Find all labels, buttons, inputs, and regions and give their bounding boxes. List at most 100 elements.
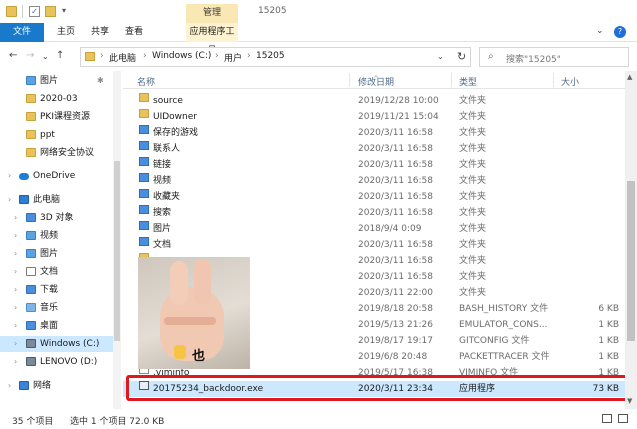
quick-access-dropdown-icon[interactable]: ▾ [62, 6, 66, 15]
refresh-icon[interactable]: ↻ [457, 50, 466, 63]
breadcrumb-separator-icon[interactable]: › [143, 51, 147, 61]
nav-item-network-security[interactable]: 网络安全协议 [0, 145, 121, 161]
file-type: 文件夹 [459, 224, 487, 234]
file-type: 文件夹 [459, 112, 487, 122]
nav-item-3d-objects[interactable]: › 3D 对象 [0, 210, 121, 226]
context-tab-manage[interactable]: 管理 [186, 4, 238, 23]
table-row[interactable]: 搜索 2020/3/11 16:58 文件夹 [123, 205, 625, 221]
scroll-down-icon[interactable]: ▼ [627, 397, 632, 405]
new-folder-icon[interactable] [45, 6, 56, 17]
nav-item-this-pc[interactable]: › 此电脑 [0, 192, 121, 208]
column-name[interactable]: 名称 [137, 75, 155, 88]
table-row[interactable]: UIDowner 2019/11/21 15:04 文件夹 [123, 109, 625, 125]
column-date[interactable]: 修改日期 [358, 75, 394, 88]
table-row[interactable]: source 2019/12/28 10:00 文件夹 [123, 93, 625, 109]
nav-item-onedrive[interactable]: › OneDrive [0, 168, 121, 184]
expand-chevron-icon[interactable]: › [14, 228, 17, 244]
address-bar[interactable]: › 此电脑 › Windows (C:) › 用户 › 15205 ⌄ ↻ [80, 47, 471, 67]
breadcrumb-this-pc[interactable]: 此电脑 [109, 51, 136, 64]
breadcrumb-separator-icon[interactable]: › [215, 51, 219, 61]
nav-item-pictures[interactable]: › 图片 [0, 246, 121, 262]
expand-chevron-icon[interactable]: › [14, 264, 17, 280]
tab-view[interactable]: 查看 [120, 23, 148, 42]
nav-item-lenovo-d[interactable]: › LENOVO (D:) [0, 354, 121, 370]
details-view-icon[interactable] [602, 414, 612, 423]
nav-item-videos[interactable]: › 视频 [0, 228, 121, 244]
nav-label: 2020-03 [40, 94, 78, 104]
downloads-icon [26, 285, 36, 294]
file-type: 文件夹 [459, 160, 487, 170]
nav-item-ppt[interactable]: ppt [0, 127, 121, 143]
expand-chevron-icon[interactable]: › [14, 282, 17, 298]
table-row[interactable]: 链接 2020/3/11 16:58 文件夹 [123, 157, 625, 173]
column-type[interactable]: 类型 [459, 75, 477, 88]
nav-item-downloads[interactable]: › 下载 [0, 282, 121, 298]
column-divider[interactable] [349, 73, 350, 87]
file-size: 1 KB [598, 320, 619, 330]
nav-label: ppt [40, 130, 55, 140]
expand-chevron-icon[interactable]: › [14, 318, 17, 334]
nav-item-documents[interactable]: › 文档 [0, 264, 121, 280]
file-name: source [153, 96, 183, 106]
nav-item-pictures-pinned[interactable]: 图片 ✱ [0, 73, 121, 89]
column-divider[interactable] [451, 73, 452, 87]
file-type: 文件夹 [459, 128, 487, 138]
expand-chevron-icon[interactable]: › [14, 246, 17, 262]
search-box[interactable]: ⌕ 搜索"15205" [479, 47, 629, 67]
breadcrumb-15205[interactable]: 15205 [256, 51, 285, 61]
nav-item-2020-03[interactable]: 2020-03 [0, 91, 121, 107]
contacts-icon [139, 141, 149, 150]
table-row[interactable]: 图片 2018/9/4 0:09 文件夹 [123, 221, 625, 237]
expand-chevron-icon[interactable]: › [14, 300, 17, 316]
breadcrumb-separator-icon[interactable]: › [100, 51, 104, 61]
nav-item-music[interactable]: › 音乐 [0, 300, 121, 316]
table-row[interactable]: 文档 2020/3/11 16:58 文件夹 [123, 237, 625, 253]
table-row[interactable]: 保存的游戏 2020/3/11 16:58 文件夹 [123, 125, 625, 141]
tab-home[interactable]: 主页 [52, 23, 80, 42]
expand-chevron-icon[interactable]: › [8, 192, 11, 208]
scroll-up-icon[interactable]: ▲ [627, 73, 632, 81]
ribbon-collapse-icon[interactable]: ⌄ [596, 26, 604, 36]
large-icons-view-icon[interactable] [618, 414, 628, 423]
scroll-thumb[interactable] [627, 181, 635, 341]
search-input[interactable]: 搜索"15205" [506, 52, 561, 65]
expand-chevron-icon[interactable]: › [14, 354, 17, 370]
expand-chevron-icon[interactable]: › [8, 378, 11, 394]
pin-icon[interactable]: ✱ [97, 73, 104, 89]
overlay-photo: 也 [138, 257, 250, 369]
nav-item-desktop[interactable]: › 桌面 [0, 318, 121, 334]
tab-file[interactable]: 文件 [0, 23, 44, 42]
table-row[interactable]: 视频 2020/3/11 16:58 文件夹 [123, 173, 625, 189]
nav-item-pki[interactable]: PKI课程资源 [0, 109, 121, 125]
back-arrow-icon[interactable]: ← [9, 50, 17, 61]
file-date: 2020/3/11 16:58 [358, 256, 433, 266]
desktop-icon [26, 321, 36, 330]
tab-application-tools[interactable]: 应用程序工具 [186, 23, 238, 56]
nav-item-windows-c[interactable]: › Windows (C:) [0, 336, 121, 352]
file-list-scrollbar[interactable]: ▲ ▼ [625, 71, 637, 409]
address-dropdown-icon[interactable]: ⌄ [437, 52, 444, 61]
column-size[interactable]: 大小 [561, 75, 579, 88]
properties-icon[interactable]: ✓ [29, 6, 40, 17]
up-arrow-icon[interactable]: ↑ [56, 50, 64, 61]
nav-label: 此电脑 [33, 195, 61, 205]
recent-locations-icon[interactable]: ⌄ [42, 52, 49, 61]
file-type: 文件夹 [459, 240, 487, 250]
help-icon[interactable]: ? [614, 26, 626, 38]
table-row[interactable]: 收藏夹 2020/3/11 16:58 文件夹 [123, 189, 625, 205]
nav-scroll-thumb[interactable] [114, 161, 120, 341]
breadcrumb-users[interactable]: 用户 [224, 51, 242, 64]
pictures-icon [26, 249, 36, 258]
nav-scrollbar[interactable] [113, 71, 121, 409]
column-header-row: ^ 名称 修改日期 类型 大小 [123, 71, 625, 89]
nav-item-network[interactable]: › 网络 [0, 378, 121, 394]
table-row[interactable]: 联系人 2020/3/11 16:58 文件夹 [123, 141, 625, 157]
expand-chevron-icon[interactable]: › [14, 336, 17, 352]
forward-arrow-icon[interactable]: → [26, 50, 34, 61]
tab-share[interactable]: 共享 [86, 23, 114, 42]
breadcrumb-separator-icon[interactable]: › [247, 51, 251, 61]
breadcrumb-drive-c[interactable]: Windows (C:) [152, 51, 211, 61]
expand-chevron-icon[interactable]: › [14, 210, 17, 226]
expand-chevron-icon[interactable]: › [8, 168, 11, 184]
column-divider[interactable] [553, 73, 554, 87]
